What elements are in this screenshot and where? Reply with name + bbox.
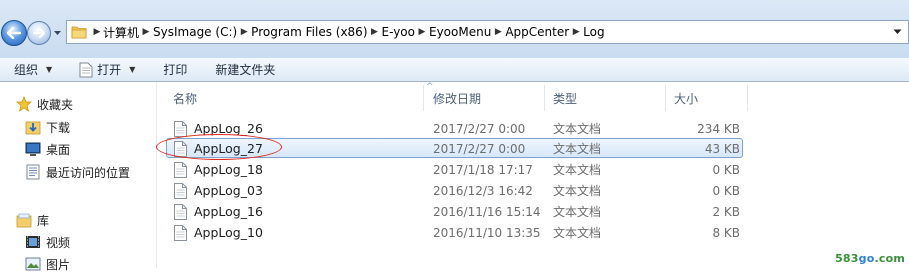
- print-button[interactable]: 打印: [163, 58, 187, 81]
- chevron-down-icon: ▼: [46, 65, 53, 74]
- text-file-icon: [174, 118, 187, 139]
- breadcrumb-separator-icon[interactable]: ▶: [237, 27, 251, 37]
- file-name: AppLog_27: [194, 141, 263, 156]
- file-type: 文本文档: [553, 184, 602, 198]
- file-size: 0 KB: [712, 162, 740, 177]
- file-row[interactable]: AppLog_03 2016/12/3 16:42 文本文档 0 KB: [160, 180, 909, 201]
- file-row-selected[interactable]: AppLog_27 2017/2/27 0:00 文本文档 43 KB: [156, 134, 909, 160]
- column-divider[interactable]: [747, 85, 748, 111]
- text-file-icon: [174, 222, 187, 243]
- recent-places-icon: [25, 164, 41, 180]
- open-button[interactable]: 打开 ▼: [79, 58, 135, 81]
- command-bar: 组织 ▼ 打开 ▼ 打印 新建文件夹: [0, 58, 909, 82]
- nav-favorites[interactable]: 收藏夹: [16, 93, 73, 115]
- file-type: 文本文档: [553, 163, 602, 177]
- picture-icon: [25, 256, 41, 272]
- file-size: 8 KB: [712, 225, 740, 240]
- file-row[interactable]: AppLog_10 2016/11/10 13:35 文本文档 8 KB: [160, 222, 909, 243]
- file-name: AppLog_03: [194, 183, 263, 198]
- library-icon: [16, 212, 32, 228]
- file-list: 名称 ^ 修改日期 类型 大小 AppLog_26 2017/2/27 0:00…: [156, 82, 909, 268]
- column-divider[interactable]: [544, 85, 545, 111]
- breadcrumb-separator-icon[interactable]: ▶: [415, 27, 429, 37]
- breadcrumb-separator-icon[interactable]: ▶: [368, 27, 382, 37]
- breadcrumb-item-eyoomenu[interactable]: EyooMenu ▶: [429, 21, 505, 43]
- address-bar-row: ▶ 计算机 ▶ SysImage (C:) ▶ Program Files (x86…: [0, 0, 909, 58]
- chevron-down-icon: ▼: [129, 65, 136, 74]
- file-type: 文本文档: [553, 122, 602, 136]
- breadcrumb-item-computer[interactable]: 计算机 ▶: [103, 21, 153, 43]
- text-file-icon: [174, 201, 187, 222]
- address-box[interactable]: ▶ 计算机 ▶ SysImage (C:) ▶ Program Files (x86…: [66, 20, 909, 44]
- file-size: 2 KB: [712, 204, 740, 219]
- text-file-icon: [174, 138, 187, 159]
- file-type: 文本文档: [553, 142, 602, 156]
- column-header-size[interactable]: 大小: [674, 85, 698, 111]
- column-header-name[interactable]: 名称: [173, 85, 197, 111]
- file-date: 2016/11/16 15:14: [433, 204, 541, 219]
- breadcrumb-item-log[interactable]: Log: [583, 21, 604, 43]
- star-icon: [16, 96, 32, 112]
- breadcrumb-separator-icon[interactable]: ▶: [491, 27, 505, 37]
- file-size: 234 KB: [697, 121, 740, 136]
- file-date: 2017/2/27 0:00: [433, 141, 526, 156]
- breadcrumb-separator-icon[interactable]: ▶: [569, 27, 583, 37]
- breadcrumb-item-e-yoo[interactable]: E-yoo ▶: [382, 21, 430, 43]
- download-folder-icon: [25, 119, 41, 135]
- file-name: AppLog_26: [194, 121, 263, 136]
- column-divider[interactable]: [665, 85, 666, 111]
- breadcrumb-item-appcenter[interactable]: AppCenter ▶: [505, 21, 583, 43]
- column-header-date-modified[interactable]: 修改日期: [433, 85, 481, 111]
- folder-icon: [71, 26, 87, 39]
- back-button[interactable]: [1, 20, 27, 46]
- file-date: 2016/11/10 13:35: [433, 225, 541, 240]
- file-row[interactable]: AppLog_26 2017/2/27 0:00 文本文档 234 KB: [160, 118, 909, 139]
- file-name: AppLog_16: [194, 204, 263, 219]
- navigation-pane: 收藏夹 下载 桌面 最近访问的位置 库 视频 图片: [0, 82, 157, 272]
- address-dropdown-icon[interactable]: [893, 29, 902, 35]
- file-type: 文本文档: [553, 226, 602, 240]
- nav-item-desktop[interactable]: 桌面: [25, 138, 70, 160]
- file-row[interactable]: AppLog_16 2016/11/16 15:14 文本文档 2 KB: [160, 201, 909, 222]
- breadcrumb-separator-icon[interactable]: ▶: [91, 27, 103, 37]
- text-file-icon: [174, 159, 187, 180]
- text-file-icon: [174, 180, 187, 201]
- column-header-type[interactable]: 类型: [553, 85, 577, 111]
- recent-pages-dropdown-icon[interactable]: [53, 29, 62, 37]
- forward-arrow-icon: [33, 28, 45, 38]
- back-arrow-icon: [7, 27, 21, 39]
- breadcrumb-separator-icon[interactable]: ▶: [139, 27, 153, 37]
- watermark: 583go.com: [835, 252, 905, 265]
- nav-item-pictures[interactable]: 图片: [25, 253, 70, 275]
- breadcrumb-item-program-files[interactable]: Program Files (x86) ▶: [251, 21, 381, 43]
- file-date: 2017/2/27 0:00: [433, 121, 526, 136]
- file-size: 43 KB: [704, 141, 740, 156]
- file-type: 文本文档: [553, 205, 602, 219]
- text-document-icon: [79, 62, 93, 77]
- file-size: 0 KB: [712, 183, 740, 198]
- nav-item-downloads[interactable]: 下载: [25, 116, 70, 138]
- nav-item-videos[interactable]: 视频: [25, 231, 70, 253]
- new-folder-button[interactable]: 新建文件夹: [215, 58, 275, 81]
- column-divider[interactable]: [423, 85, 424, 111]
- video-icon: [25, 234, 41, 250]
- breadcrumb-item-drive[interactable]: SysImage (C:) ▶: [153, 21, 251, 43]
- nav-item-recent-places[interactable]: 最近访问的位置: [25, 161, 130, 183]
- desktop-icon: [25, 141, 41, 157]
- file-row[interactable]: AppLog_18 2017/1/18 17:17 文本文档 0 KB: [160, 159, 909, 180]
- file-date: 2016/12/3 16:42: [433, 183, 533, 198]
- organize-button[interactable]: 组织 ▼: [14, 58, 52, 81]
- forward-button[interactable]: [27, 21, 51, 45]
- breadcrumb: ▶ 计算机 ▶ SysImage (C:) ▶ Program Files (x86…: [91, 21, 605, 43]
- file-name: AppLog_18: [194, 162, 263, 177]
- file-date: 2017/1/18 17:17: [433, 162, 533, 177]
- file-name: AppLog_10: [194, 225, 263, 240]
- nav-library[interactable]: 库: [16, 209, 49, 231]
